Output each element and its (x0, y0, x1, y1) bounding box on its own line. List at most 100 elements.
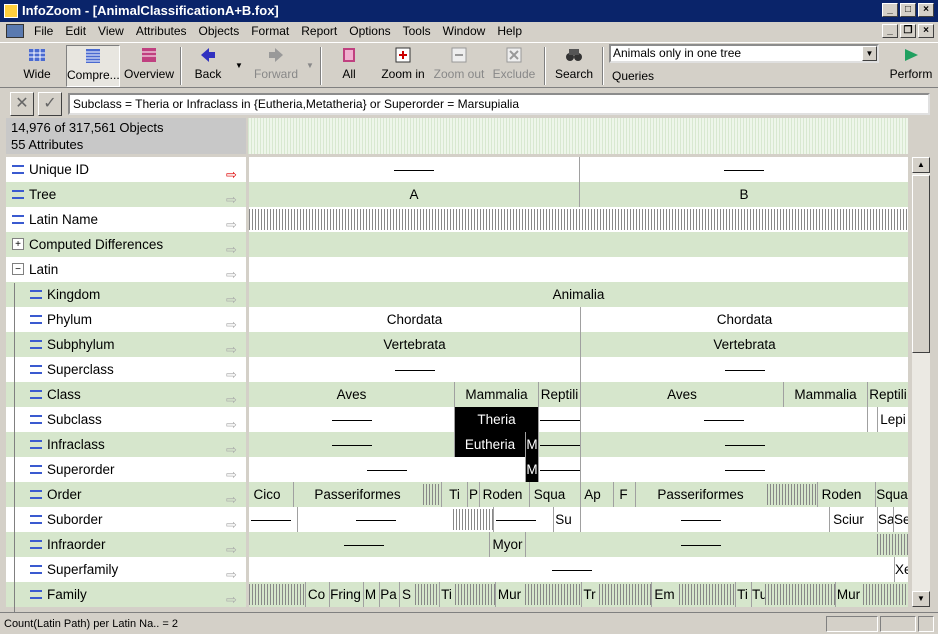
grid-cell[interactable]: Mammalia (783, 382, 867, 407)
forward-button[interactable]: Forward (250, 45, 302, 87)
compressed-values[interactable] (249, 584, 305, 605)
grid-cell[interactable] (580, 357, 908, 382)
menu-options[interactable]: Options (343, 22, 396, 40)
compressed-values[interactable] (765, 584, 835, 605)
compressed-values[interactable] (767, 484, 817, 505)
grid-cell[interactable]: Lepi (877, 407, 908, 432)
grid-cell[interactable]: Ti (439, 582, 453, 607)
grid-cell[interactable]: Passeriformes (293, 482, 421, 507)
grid-cell[interactable]: Aves (249, 382, 454, 407)
chevron-down-icon[interactable]: ▼ (862, 46, 877, 61)
menu-objects[interactable]: Objects (193, 22, 246, 40)
grid-cell[interactable] (580, 457, 908, 482)
compressed-values[interactable] (599, 584, 651, 605)
attribute-row[interactable]: Subphylum ⇨ (6, 332, 246, 357)
exclude-button[interactable]: Exclude (488, 45, 540, 87)
apply-filter-button[interactable]: ✓ (38, 92, 62, 116)
compressed-values[interactable] (877, 534, 908, 555)
collapse-icon[interactable]: − (12, 263, 24, 275)
compressed-values[interactable] (249, 209, 908, 230)
grid-cell[interactable]: Squa (875, 482, 908, 507)
compressed-button[interactable]: Compre... (66, 45, 120, 87)
attribute-row[interactable]: Order ⇨ (6, 482, 246, 507)
menu-attributes[interactable]: Attributes (130, 22, 193, 40)
grid-cell[interactable] (525, 532, 875, 557)
grid-cell[interactable]: Se (893, 507, 908, 532)
grid-cell[interactable]: Mammalia (454, 382, 538, 407)
back-dropdown-icon[interactable]: ▼ (232, 45, 246, 87)
data-grid[interactable]: A B Animalia Chordata Chordata Vertebrata Vert… (249, 157, 908, 607)
grid-cell[interactable] (867, 407, 877, 432)
forward-dropdown-icon[interactable]: ▼ (303, 45, 317, 87)
grid-cell[interactable]: Eutheria (454, 432, 525, 457)
grid-cell[interactable]: Animalia (249, 282, 908, 307)
size-grip[interactable] (918, 616, 934, 632)
close-button[interactable]: × (918, 3, 934, 17)
attribute-row[interactable]: Infraclass ⇨ (6, 432, 246, 457)
grid-cell[interactable]: Chordata (580, 307, 908, 332)
attribute-row[interactable]: Latin Name ⇨ (6, 207, 246, 232)
grid-cell[interactable]: Em (651, 582, 677, 607)
grid-cell[interactable] (580, 432, 908, 457)
menu-tools[interactable]: Tools (397, 22, 437, 40)
attribute-row[interactable]: Infraorder ⇨ (6, 532, 246, 557)
grid-cell[interactable]: Chordata (249, 307, 580, 332)
menu-format[interactable]: Format (245, 22, 295, 40)
grid-cell[interactable] (538, 457, 580, 482)
grid-cell[interactable]: Sciur (829, 507, 867, 532)
grid-cell[interactable] (580, 407, 867, 432)
attribute-row[interactable]: Subclass ⇨ (6, 407, 246, 432)
grid-cell[interactable]: M (525, 432, 538, 457)
attribute-row[interactable]: Superclass ⇨ (6, 357, 246, 382)
overview-button[interactable]: Overview (122, 45, 176, 87)
clear-filter-button[interactable]: ✕ (10, 92, 34, 116)
scroll-down-button[interactable]: ▼ (912, 591, 930, 607)
grid-cell[interactable]: Theria (454, 407, 538, 432)
document-icon[interactable] (6, 24, 24, 38)
grid-cell[interactable]: A (249, 182, 579, 207)
filter-input[interactable]: Subclass = Theria or Infraclass in {Euth… (68, 93, 930, 115)
grid-cell[interactable] (249, 407, 454, 432)
grid-cell[interactable]: S (399, 582, 413, 607)
compressed-values[interactable] (453, 509, 493, 530)
attribute-row[interactable]: Superfamily ⇨ (6, 557, 246, 582)
grid-cell[interactable] (249, 532, 479, 557)
grid-cell[interactable]: Passeriformes (635, 482, 765, 507)
attribute-row[interactable]: − Latin ⇨ (6, 257, 246, 282)
grid-cell[interactable]: Fring (329, 582, 361, 607)
grid-cell[interactable]: Tu (751, 582, 765, 607)
grid-cell[interactable] (493, 507, 537, 532)
menu-view[interactable]: View (92, 22, 130, 40)
menu-help[interactable]: Help (491, 22, 528, 40)
overview-strip[interactable] (248, 118, 908, 154)
menu-report[interactable]: Report (295, 22, 343, 40)
attribute-row[interactable]: Suborder ⇨ (6, 507, 246, 532)
grid-cell[interactable]: Co (305, 582, 327, 607)
attribute-row[interactable]: Kingdom ⇨ (6, 282, 246, 307)
grid-cell[interactable]: Roden (817, 482, 865, 507)
search-button[interactable]: Search (550, 45, 598, 87)
grid-cell[interactable]: Reptili (538, 382, 580, 407)
grid-cell[interactable]: Su (553, 507, 573, 532)
back-button[interactable]: Back (186, 45, 230, 87)
grid-cell[interactable] (249, 157, 579, 182)
grid-cell[interactable]: Tr (581, 582, 597, 607)
compressed-values[interactable] (415, 584, 439, 605)
wide-button[interactable]: Wide (10, 45, 64, 87)
grid-cell[interactable]: Ti (735, 582, 749, 607)
grid-cell[interactable]: Vertebrata (249, 332, 580, 357)
grid-cell[interactable] (249, 457, 525, 482)
grid-cell[interactable]: Mur (835, 582, 861, 607)
menu-file[interactable]: File (28, 22, 59, 40)
grid-cell[interactable] (249, 432, 454, 457)
zoom-in-button[interactable]: Zoom in (376, 45, 430, 87)
grid-cell[interactable]: M (363, 582, 377, 607)
compressed-values[interactable] (423, 484, 441, 505)
all-button[interactable]: All (326, 45, 372, 87)
attribute-row[interactable]: Class ⇨ (6, 382, 246, 407)
scroll-thumb[interactable] (912, 175, 930, 353)
sort-arrow-icon[interactable]: ⇨ (226, 587, 237, 612)
grid-cell[interactable]: Myor (489, 532, 525, 557)
minimize-button[interactable]: _ (882, 3, 898, 17)
grid-cell[interactable]: Roden (479, 482, 525, 507)
